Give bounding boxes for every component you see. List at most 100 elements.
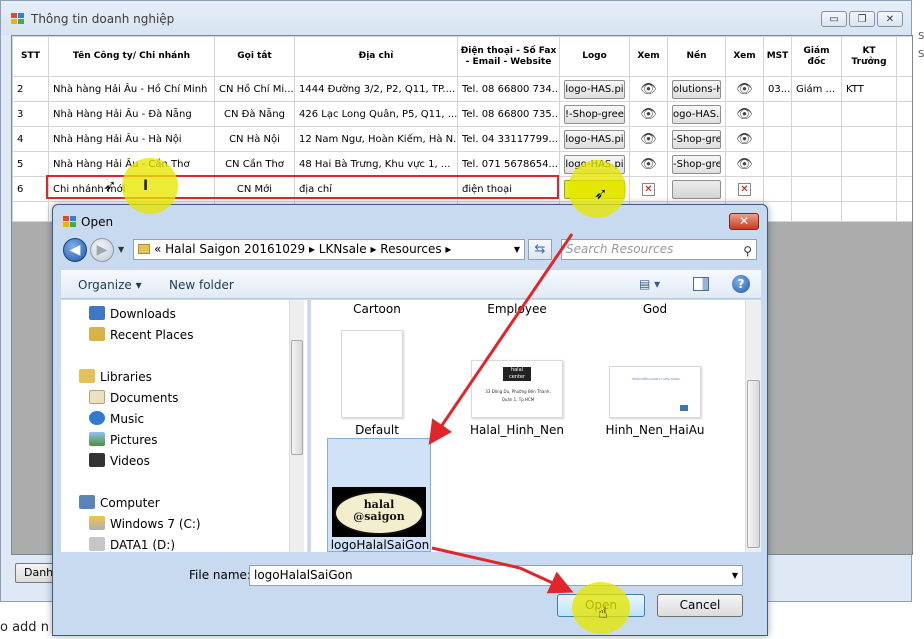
cell-director[interactable] [791, 176, 842, 202]
view-options-icon[interactable]: ▤ ▾ [639, 277, 660, 291]
cell-tax-code[interactable] [763, 126, 792, 152]
nav-videos[interactable]: Videos [89, 453, 150, 468]
cell-stt[interactable]: 5 [12, 151, 49, 177]
view-icon[interactable]: 👁 [736, 107, 753, 122]
cell-accountant[interactable] [841, 151, 897, 177]
choose-background-button[interactable]: olutions-H/ [672, 79, 721, 99]
cell-name[interactable]: Nhà Hàng Hải Âu - Đà Nẵng [48, 101, 215, 127]
cell-phone[interactable]: Tel. 071 5678654... [457, 151, 560, 177]
nav-music[interactable]: Music [89, 411, 144, 426]
col-accountant[interactable]: KT Trưởng [841, 36, 897, 77]
nav-documents[interactable]: Documents [89, 390, 178, 405]
cell-address[interactable]: 1444 Đường 3/2, P2, Q11, TP.... [294, 76, 458, 102]
col-short[interactable]: Gọi tắt [214, 36, 295, 77]
cell-accountant[interactable]: KTT [841, 76, 897, 102]
cell-stt[interactable]: 3 [12, 101, 49, 127]
cell-director[interactable]: Giám ... [791, 76, 842, 102]
cell-director[interactable] [791, 126, 842, 152]
close-button[interactable]: ✕ [877, 11, 903, 27]
cell-short[interactable]: CN Mới [214, 176, 295, 202]
cell-name[interactable]: Nhà hàng Hải Âu - Hồ Chí Minh [48, 76, 215, 102]
file-logohalalsaigon-tile[interactable]: halal @saigon logoHalalSaiGon [327, 438, 431, 552]
table-row[interactable]: 3 Nhà Hàng Hải Âu - Đà Nẵng CN Đà Nẵng 426 … [12, 101, 912, 127]
nav-computer[interactable]: Computer [79, 495, 160, 510]
cell-short[interactable]: CN Cần Thơ [214, 151, 295, 177]
new-folder-button[interactable]: New folder [169, 278, 234, 292]
table-row[interactable]: 5 Nhà Hàng Hải Âu - Cần Thơ CN Cần Thơ 48 H… [12, 151, 912, 177]
cell-short[interactable]: CN Hồ Chí Mi... [214, 76, 295, 102]
nav-drive-d[interactable]: DATA1 (D:) [89, 537, 175, 552]
cell-tax-code[interactable] [763, 151, 792, 177]
col-view-logo[interactable]: Xem [629, 36, 668, 77]
empty-cell[interactable] [896, 201, 912, 222]
nav-drive-c[interactable]: Windows 7 (C:) [89, 516, 201, 531]
cell-address[interactable]: địa chỉ [294, 176, 458, 202]
breadcrumb[interactable]: « Halal Saigon 20161029 ▸ LKNsale ▸ Reso… [154, 242, 451, 256]
table-row[interactable]: 2 Nhà hàng Hải Âu - Hồ Chí Minh CN Hồ Chí … [12, 76, 912, 102]
file-cartoon[interactable]: Cartoon [317, 302, 437, 316]
history-dropdown-icon[interactable]: ▼ [118, 245, 124, 254]
nav-pictures[interactable]: Pictures [89, 432, 158, 447]
view-icon[interactable]: 👁 [640, 157, 657, 172]
nav-recent-places[interactable]: Recent Places [89, 327, 193, 342]
preview-pane-icon[interactable] [693, 277, 709, 291]
hinh-nen-haiau-thumbnail[interactable]: PHẦN MỀM QUẢN LÝ NHÀ HÀNG [609, 366, 701, 418]
nav-downloads[interactable]: Downloads [89, 306, 176, 321]
choose-logo-button[interactable]: logo-HAS.pi [564, 154, 625, 174]
cell-phone[interactable]: Tel. 08 66800 735... [457, 101, 560, 127]
file-scrollbar[interactable] [745, 300, 761, 552]
cell-stt[interactable]: 6 [12, 176, 49, 202]
cell-accountant[interactable] [841, 176, 897, 202]
cell-name[interactable]: Nhà Hàng Hải Âu - Hà Nội [48, 126, 215, 152]
choose-background-button[interactable]: -Shop-gre [672, 129, 721, 149]
view-icon[interactable]: 👁 [736, 82, 753, 97]
file-name-input[interactable]: logoHalalSaiGon ▼ [249, 565, 743, 586]
choose-logo-button[interactable]: !-Shop-gree [564, 104, 625, 124]
file-default[interactable]: Default [317, 423, 437, 437]
choose-logo-button[interactable]: logo-HAS.pi [564, 79, 625, 99]
col-name[interactable]: Tên Công ty/ Chi nhánh [48, 36, 215, 77]
file-employee[interactable]: Employee [457, 302, 577, 316]
file-god[interactable]: God [595, 302, 715, 316]
cell-stt[interactable]: 2 [12, 76, 49, 102]
empty-cell[interactable] [841, 201, 897, 222]
cell-name[interactable]: Chi nhánh mới [48, 176, 215, 202]
cell-name[interactable]: Nhà Hàng Hải Âu - Cần Thơ [48, 151, 215, 177]
empty-cell[interactable] [791, 201, 842, 222]
cell-address[interactable]: 48 Hai Bà Trưng, Khu vực 1, ... [294, 151, 458, 177]
cell-phone[interactable]: Tel. 08 66800 734... [457, 76, 560, 102]
cell-stt[interactable]: 4 [12, 126, 49, 152]
col-address[interactable]: Địa chỉ [294, 36, 458, 77]
default-thumbnail[interactable] [341, 330, 403, 418]
dialog-close-button[interactable]: ✕ [729, 213, 759, 230]
cell-phone[interactable]: điện thoại [457, 176, 560, 202]
forward-button[interactable]: ▶ [90, 238, 114, 262]
maximize-button[interactable]: ❐ [849, 11, 875, 27]
cell-director[interactable] [791, 151, 842, 177]
nav-scrollbar[interactable] [289, 300, 304, 552]
table-row[interactable]: 4 Nhà Hàng Hải Âu - Hà Nội CN Hà Nội 12 Nam… [12, 126, 912, 152]
missing-image-icon[interactable]: ✕ [642, 182, 655, 196]
col-logo[interactable]: Logo [559, 36, 630, 77]
cell-accountant[interactable] [841, 101, 897, 127]
cell-address[interactable]: 426 Lạc Long Quân, P5, Q11, ... [294, 101, 458, 127]
cell-tax-code[interactable] [763, 176, 792, 202]
cell-address[interactable]: 12 Nam Ngư, Hoàn Kiếm, Hà N... [294, 126, 458, 152]
search-input[interactable]: Search Resources ⚲ [561, 239, 757, 260]
cell-tax-code[interactable]: 03... [763, 76, 792, 102]
view-icon[interactable]: 👁 [736, 157, 753, 172]
col-phone[interactable]: Điện thoại - Số Fax - Email - Website [457, 36, 560, 77]
choose-background-button[interactable] [672, 179, 721, 199]
cell-short[interactable]: CN Đà Nẵng [214, 101, 295, 127]
col-director[interactable]: Giám đốc [791, 36, 842, 77]
help-icon[interactable]: ? [732, 275, 750, 293]
file-name-dropdown-icon[interactable]: ▼ [732, 566, 738, 585]
cell-director[interactable] [791, 101, 842, 127]
view-icon[interactable]: 👁 [736, 132, 753, 147]
choose-background-button[interactable]: -Shop-gre [672, 154, 721, 174]
address-bar[interactable]: « Halal Saigon 20161029 ▸ LKNsale ▸ Reso… [133, 239, 525, 260]
file-logohalalsaigon[interactable]: logoHalalSaiGon [320, 538, 440, 552]
view-icon[interactable]: 👁 [640, 82, 657, 97]
halal-hinh-nen-thumbnail[interactable]: halal center 33 Đông Du, Phường Bến Thàn… [471, 360, 563, 418]
nav-libraries[interactable]: Libraries [79, 369, 152, 384]
